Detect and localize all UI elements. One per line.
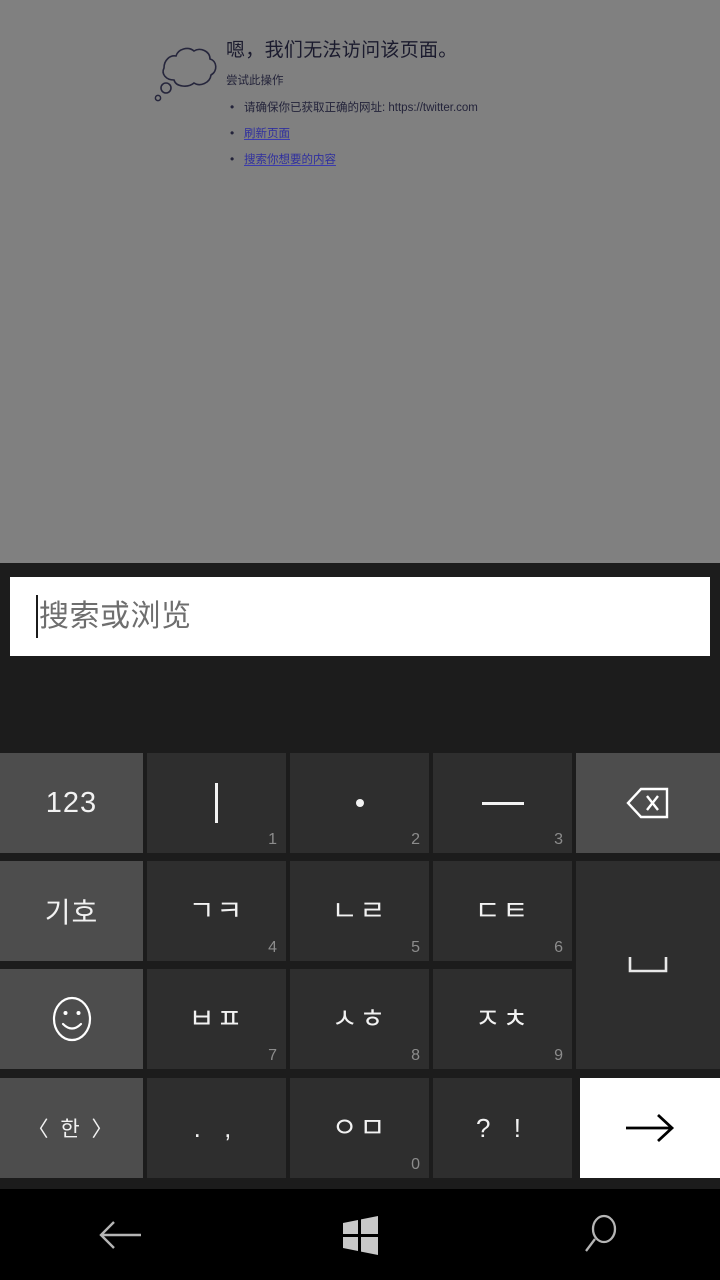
key-number-hint: 2 <box>411 831 420 848</box>
key-label: ㄱㅋ <box>188 895 245 926</box>
text-cursor <box>36 595 38 638</box>
key-enter[interactable] <box>580 1078 720 1178</box>
key-label: ㄴㄹ <box>331 895 388 926</box>
key-label: . , <box>193 1112 240 1143</box>
key-numbers[interactable]: 123 <box>0 753 143 853</box>
key-number-hint: 5 <box>411 939 420 956</box>
suggestion-item-url: 请确保你已获取正确的网址: https://twitter.com <box>226 100 686 115</box>
refresh-page-link[interactable]: 刷新页面 <box>244 128 290 140</box>
key-number-hint: 9 <box>554 1047 563 1064</box>
key-label: ㅂㅍ <box>188 1003 245 1034</box>
key-space[interactable] <box>576 861 720 1069</box>
space-icon <box>628 957 668 973</box>
key-label: ㅅㅎ <box>331 1003 388 1034</box>
search-input[interactable]: 搜索或浏览 <box>10 577 710 656</box>
key-bieup-pieup[interactable]: ㅂㅍ 7 <box>147 969 286 1069</box>
vertical-stroke-icon <box>215 783 218 823</box>
key-number-hint: 4 <box>268 939 277 956</box>
key-jieut-chieut[interactable]: ㅈㅊ 9 <box>433 969 572 1069</box>
windows-logo-icon <box>343 1215 378 1255</box>
system-navigation-bar <box>0 1189 720 1280</box>
search-placeholder: 搜索或浏览 <box>39 599 192 633</box>
key-dot[interactable]: 2 <box>290 753 429 853</box>
key-number-hint: 3 <box>554 831 563 848</box>
key-label: ㅈㅊ <box>474 1003 531 1034</box>
keyboard-panel: 搜索或浏览 123 1 2 3 기호 ㄱㅋ 4 ㄴㄹ 5 ㄷㅌ 6 ㅂㅍ 7 ㅅ… <box>0 563 720 1189</box>
horizontal-stroke-icon <box>481 801 524 805</box>
key-language-korean[interactable]: 〈 한 〉 <box>0 1078 143 1178</box>
suggestion-item-search[interactable]: 搜索你想要的内容 <box>226 152 686 167</box>
key-siot-hieut[interactable]: ㅅㅎ 8 <box>290 969 429 1069</box>
nav-back-button[interactable] <box>0 1189 240 1280</box>
error-subtitle: 尝试此操作 <box>226 74 284 87</box>
key-backspace[interactable] <box>576 753 720 853</box>
key-question-exclamation[interactable]: ? ! <box>433 1078 572 1178</box>
key-emoji[interactable] <box>0 969 143 1069</box>
error-title: 嗯，我们无法访问该页面。 <box>226 40 458 61</box>
key-i[interactable]: 1 <box>147 753 286 853</box>
smiley-icon <box>52 996 91 1042</box>
search-icon <box>585 1214 617 1252</box>
key-number-hint: 6 <box>554 939 563 956</box>
key-symbols[interactable]: 기호 <box>0 861 143 961</box>
key-nieun-rieul[interactable]: ㄴㄹ 5 <box>290 861 429 961</box>
error-text-block: 嗯，我们无法访问该页面。 尝试此操作 请确保你已获取正确的网址: https:/… <box>226 38 686 180</box>
key-number-hint: 1 <box>268 831 277 848</box>
backspace-icon <box>626 787 669 819</box>
enter-arrow-icon <box>626 1113 675 1143</box>
key-label: 〈 한 〉 <box>27 1118 116 1141</box>
suggestion-text: 请确保你已获取正确的网址: https://twitter.com <box>244 101 478 114</box>
key-label: 기호 <box>44 897 99 928</box>
key-digeut-tieut[interactable]: ㄷㅌ 6 <box>433 861 572 961</box>
key-label: ㅇㅁ <box>331 1112 388 1143</box>
nav-search-button[interactable] <box>480 1189 720 1280</box>
key-giyeok-kieuk[interactable]: ㄱㅋ 4 <box>147 861 286 961</box>
search-content-link[interactable]: 搜索你想要的内容 <box>244 154 336 166</box>
phone-screen: 嗯，我们无法访问该页面。 尝试此操作 请确保你已获取正确的网址: https:/… <box>0 0 720 1280</box>
key-grid: 123 1 2 3 기호 ㄱㅋ 4 ㄴㄹ 5 ㄷㅌ 6 ㅂㅍ 7 ㅅㅎ 8 ㅈㅊ… <box>0 753 720 1189</box>
nav-start-button[interactable] <box>240 1189 480 1280</box>
key-eu[interactable]: 3 <box>433 753 572 853</box>
error-suggestion-list: 请确保你已获取正确的网址: https://twitter.com 刷新页面 搜… <box>226 100 686 168</box>
key-number-hint: 7 <box>268 1047 277 1064</box>
dot-icon <box>355 799 364 807</box>
key-label: 123 <box>45 786 98 819</box>
key-label: ? ! <box>476 1112 529 1143</box>
browser-content-area: 嗯，我们无法访问该页面。 尝试此操作 请确保你已获取正确的网址: https:/… <box>0 0 720 563</box>
key-number-hint: 8 <box>411 1047 420 1064</box>
key-label: ㄷㅌ <box>474 895 531 926</box>
key-ieung-mieum[interactable]: ㅇㅁ 0 <box>290 1078 429 1178</box>
suggestion-item-refresh[interactable]: 刷新页面 <box>226 126 686 141</box>
key-period-comma[interactable]: . , <box>147 1078 286 1178</box>
thought-bubble-icon <box>150 42 222 104</box>
key-number-hint: 0 <box>411 1156 420 1173</box>
back-arrow-icon <box>99 1220 141 1249</box>
